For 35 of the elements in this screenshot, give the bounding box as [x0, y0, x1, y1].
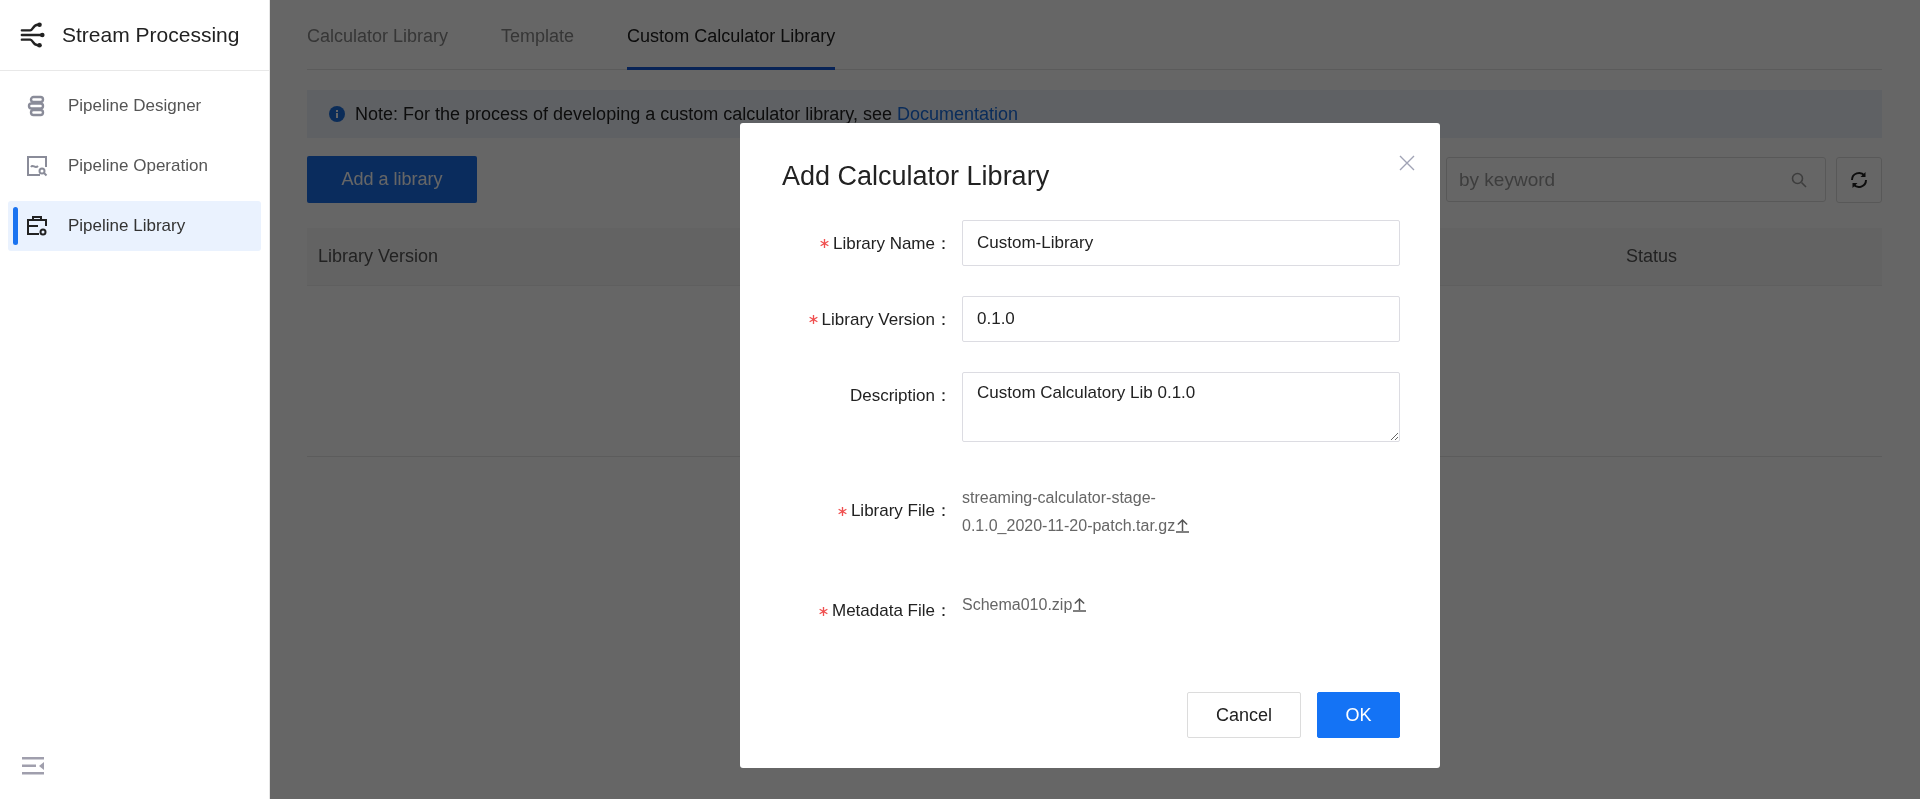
column-header: Library Version — [317, 246, 439, 267]
file-name: streaming-calculator-stage-0.1.0_2020-11-20-patch.tar.gz — [962, 489, 1176, 534]
required-icon — [837, 506, 847, 516]
logo-icon — [20, 22, 46, 48]
upload-icon[interactable] — [1073, 597, 1087, 612]
cancel-button[interactable]: Cancel — [1187, 692, 1301, 738]
ok-button[interactable]: OK — [1317, 692, 1400, 738]
sidebar-item[interactable]: Pipeline Operation — [8, 141, 261, 191]
field-label: Library Name： — [832, 232, 952, 255]
field-label: Library Version： — [821, 308, 952, 331]
required-icon — [808, 314, 818, 324]
dialog-title: Add Calculator Library — [782, 161, 1050, 192]
search-icon — [1791, 171, 1807, 188]
refresh-button[interactable] — [1836, 156, 1882, 203]
file-name: Schema010.zip — [962, 596, 1073, 613]
close-icon[interactable] — [1399, 155, 1415, 171]
collapse-icon[interactable] — [22, 757, 44, 775]
info-icon — [329, 106, 345, 122]
column-header: Status — [1625, 246, 1677, 267]
required-icon — [819, 606, 828, 616]
chart-search-icon — [26, 155, 48, 177]
text-input[interactable]: Custom-Library — [962, 220, 1400, 266]
field-label: Description： — [849, 384, 952, 407]
note-text: Note: For the process of developing a custom calculator library, see Documentation — [355, 103, 1018, 125]
refresh-icon — [1849, 169, 1869, 190]
upload-icon[interactable] — [1176, 518, 1190, 533]
text-input[interactable]: 0.1.0 — [962, 296, 1400, 342]
app-title: Stream Processing — [62, 23, 240, 47]
required-icon — [819, 238, 829, 248]
sidebar-item[interactable]: Pipeline Library — [8, 201, 261, 251]
description-textarea[interactable]: Custom Calculatory Lib 0.1.0 — [962, 372, 1400, 442]
toolbox-icon — [26, 215, 48, 237]
field-label: Metadata File： — [832, 600, 952, 622]
sidebar-item[interactable]: Pipeline Designer — [8, 81, 261, 131]
field-label: Library File： — [850, 500, 952, 522]
